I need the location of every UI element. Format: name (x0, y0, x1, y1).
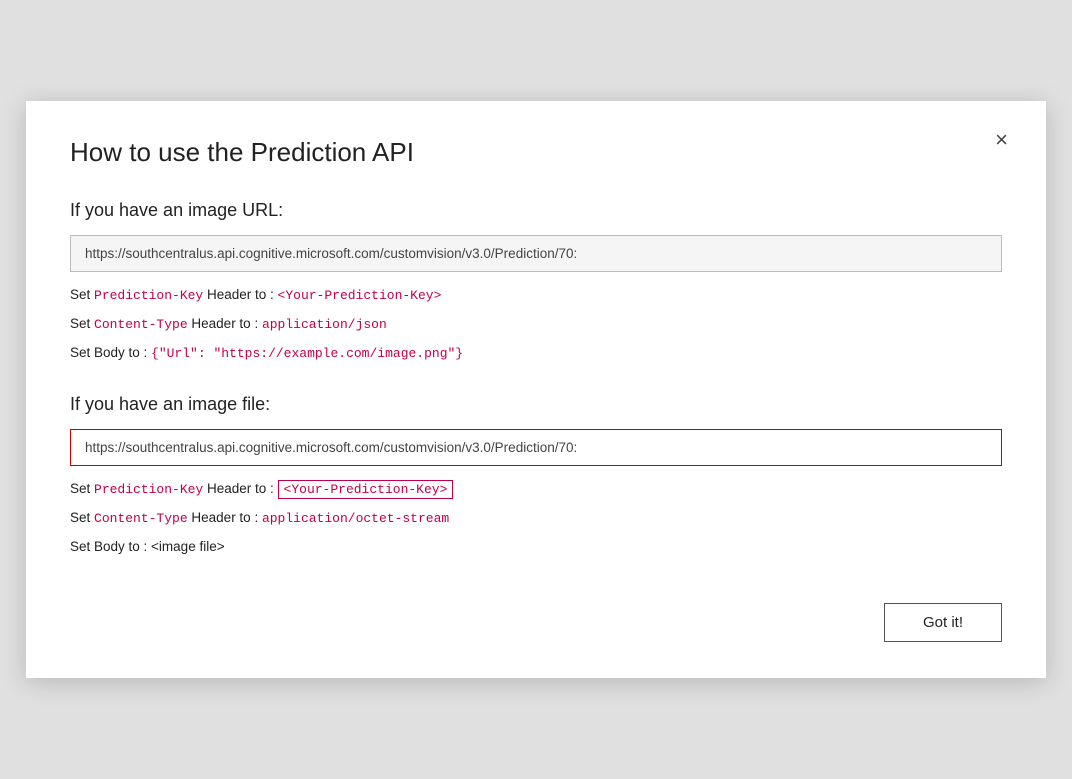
inst2b-mid: Header to : (191, 510, 262, 525)
instruction-line-1a: Set Prediction-Key Header to : <Your-Pre… (70, 284, 1002, 307)
inst2a-mid: Header to : (207, 481, 278, 496)
section1-heading: If you have an image URL: (70, 200, 1002, 221)
inst1b-pre: Set (70, 316, 94, 331)
inst1b-mid: Header to : (191, 316, 262, 331)
inst2b-key: Content-Type (94, 511, 188, 526)
inst1c-pre: Set Body to : (70, 345, 151, 360)
url-box-2: https://southcentralus.api.cognitive.mic… (70, 429, 1002, 466)
modal-dialog: How to use the Prediction API × If you h… (26, 101, 1046, 677)
inst1b-key: Content-Type (94, 317, 188, 332)
url-box-1: https://southcentralus.api.cognitive.mic… (70, 235, 1002, 272)
inst2c-pre: Set Body to : <image file> (70, 539, 225, 554)
inst1a-key: Prediction-Key (94, 288, 203, 303)
inst2b-val: application/octet-stream (262, 511, 449, 526)
inst1a-pre: Set (70, 287, 94, 302)
close-button[interactable]: × (987, 125, 1016, 155)
instruction-line-1b: Set Content-Type Header to : application… (70, 313, 1002, 336)
inst1b-val: application/json (262, 317, 387, 332)
inst1a-mid: Header to : (207, 287, 278, 302)
url-text-1: https://southcentralus.api.cognitive.mic… (85, 246, 577, 261)
inst1a-val: <Your-Prediction-Key> (278, 288, 442, 303)
modal-title: How to use the Prediction API (70, 137, 1002, 168)
modal-overlay: How to use the Prediction API × If you h… (0, 0, 1072, 779)
instruction-line-2c: Set Body to : <image file> (70, 536, 1002, 559)
inst1c-val: {"Url": "https://example.com/image.png"} (151, 346, 463, 361)
instruction-line-1c: Set Body to : {"Url": "https://example.c… (70, 342, 1002, 365)
section2-heading: If you have an image file: (70, 394, 1002, 415)
inst2a-pre: Set (70, 481, 94, 496)
got-it-button[interactable]: Got it! (884, 603, 1002, 642)
instruction-line-2b: Set Content-Type Header to : application… (70, 507, 1002, 530)
instruction-line-2a: Set Prediction-Key Header to : <Your-Pre… (70, 478, 1002, 501)
url-text-2: https://southcentralus.api.cognitive.mic… (85, 440, 577, 455)
inst2a-val: <Your-Prediction-Key> (278, 480, 454, 499)
inst2b-pre: Set (70, 510, 94, 525)
inst2a-key: Prediction-Key (94, 482, 203, 497)
modal-footer: Got it! (70, 603, 1002, 642)
